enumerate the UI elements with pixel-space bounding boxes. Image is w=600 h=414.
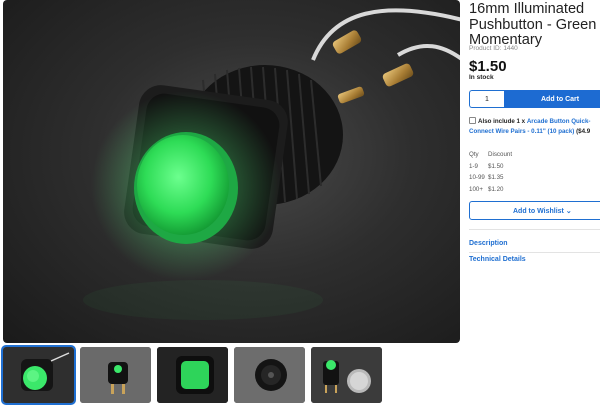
addon-prefix: Also include 1 x (478, 118, 526, 125)
discount-price: $1.35 (488, 174, 504, 182)
discount-qty: 1-9 (469, 162, 478, 170)
checkbox-icon[interactable] (469, 117, 476, 124)
discount-qty: 10-99 (469, 174, 485, 182)
product-info-panel: 16mm Illuminated Pushbutton - Green Mome… (469, 0, 600, 414)
thumbnail-3[interactable] (157, 347, 228, 403)
product-price: $1.50 (469, 58, 507, 75)
thumbnail-3-image (157, 347, 228, 403)
thumbnail-5-image (311, 347, 382, 403)
stock-status: In stock (469, 74, 494, 81)
quantity-input[interactable] (469, 90, 504, 108)
product-id: Product ID: 1440 (469, 45, 518, 52)
main-product-image[interactable] (3, 0, 460, 343)
discount-header-qty: Qty (469, 151, 479, 159)
discount-header-row: Qty Discount (469, 149, 512, 161)
table-row: 10-99 $1.35 (469, 172, 512, 184)
addon-option: Also include 1 x Arcade Button Quick-Con… (469, 117, 600, 136)
table-row: 1-9 $1.50 (469, 161, 512, 173)
add-to-wishlist-button[interactable]: Add to Wishlist ⌄ (469, 201, 600, 220)
discount-price: $1.20 (488, 185, 504, 193)
description-link[interactable]: Description (469, 240, 508, 247)
thumbnail-4-image (234, 347, 305, 403)
thumbnail-2-image (80, 347, 151, 403)
thumbnail-1[interactable] (1, 345, 76, 405)
thumbnail-2[interactable] (80, 347, 151, 403)
thumbnail-5[interactable] (311, 347, 382, 403)
product-title: 16mm Illuminated Pushbutton - Green Mome… (469, 1, 597, 49)
discount-table: Qty Discount 1-9 $1.50 10-99 $1.35 100+ … (469, 149, 512, 195)
table-row: 100+ $1.20 (469, 184, 512, 196)
thumbnail-4[interactable] (234, 347, 305, 403)
technical-details-link[interactable]: Technical Details (469, 256, 526, 263)
divider (469, 252, 600, 253)
thumbnail-1-image (3, 347, 74, 403)
addon-price: ($4.9 (576, 127, 591, 135)
discount-price: $1.50 (488, 162, 504, 170)
thumbnail-strip (1, 345, 460, 405)
add-to-cart-button[interactable]: Add to Cart (504, 90, 600, 108)
discount-qty: 100+ (469, 185, 483, 193)
divider (469, 229, 600, 230)
pushbutton-illustration (83, 8, 460, 320)
discount-header-discount: Discount (488, 151, 513, 159)
